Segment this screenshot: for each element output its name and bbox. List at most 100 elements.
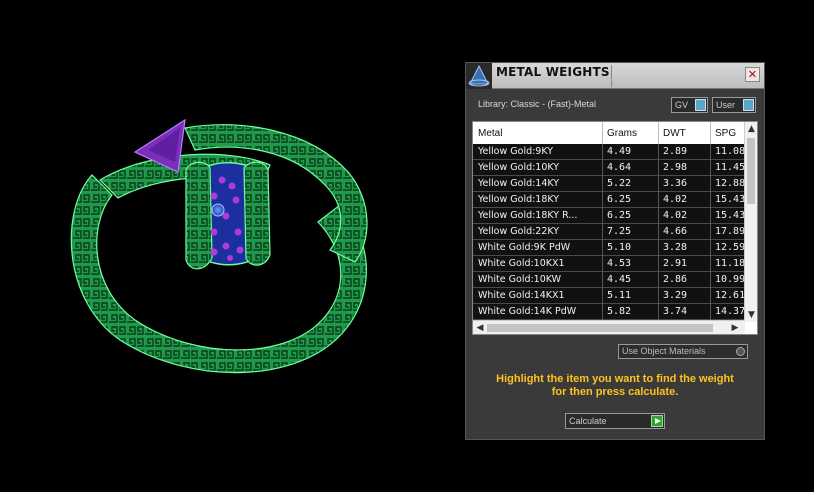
cell-spg: 11.08	[715, 146, 746, 157]
panel-titlebar[interactable]: METAL WEIGHTS ✕	[466, 63, 764, 89]
cell-dwt: 2.86	[663, 274, 688, 285]
cell-metal: White Gold:9K PdW	[478, 242, 571, 253]
table-row[interactable]: Yellow Gold:9KY 4.49 2.89 11.08	[473, 144, 745, 160]
column-divider	[658, 256, 659, 272]
ring-model	[70, 118, 368, 374]
column-divider	[602, 224, 603, 240]
chevron-down-icon[interactable]: ▼	[745, 309, 757, 321]
column-header-metal[interactable]: Metal	[478, 128, 502, 139]
table-row[interactable]: White Gold:14KX1 5.11 3.29 12.61	[473, 288, 745, 304]
column-divider	[602, 240, 603, 256]
user-toggle[interactable]: User	[712, 97, 756, 113]
cell-spg: 17.89	[715, 226, 746, 237]
column-header-grams[interactable]: Grams	[607, 128, 637, 139]
table-rows: Yellow Gold:9KY 4.49 2.89 11.08 Yellow Gold:…	[473, 144, 745, 320]
table-row[interactable]: Yellow Gold:18KY R... 6.25 4.02 15.43	[473, 208, 745, 224]
use-object-materials-label: Use Object Materials	[622, 346, 706, 356]
column-divider	[710, 176, 711, 192]
column-divider	[602, 176, 603, 192]
column-divider	[710, 160, 711, 176]
column-divider	[710, 256, 711, 272]
chevron-up-icon[interactable]: ▲	[745, 123, 757, 135]
cell-grams: 7.25	[607, 226, 632, 237]
column-divider	[658, 224, 659, 240]
cell-grams: 5.82	[607, 306, 632, 317]
horizontal-scrollbar[interactable]: ◀ ▶	[473, 320, 745, 334]
table-row[interactable]: White Gold:10KW 4.45 2.86 10.99	[473, 272, 745, 288]
column-divider	[658, 192, 659, 208]
instruction-line-1: Highlight the item you want to find the …	[496, 373, 734, 385]
column-header-spg[interactable]: SPG	[715, 128, 736, 139]
cell-metal: Yellow Gold:18KY R...	[478, 210, 578, 221]
metal-weights-panel: METAL WEIGHTS ✕ Library: Classic - (Fast…	[465, 62, 765, 440]
cell-dwt: 2.91	[663, 258, 688, 269]
calculate-button[interactable]: Calculate	[565, 413, 665, 429]
cell-metal: White Gold:14KX1	[478, 290, 565, 301]
column-divider	[602, 272, 603, 288]
title-divider	[611, 65, 612, 87]
horizontal-scroll-thumb[interactable]	[487, 324, 713, 332]
chevron-left-icon[interactable]: ◀	[474, 322, 486, 334]
close-button[interactable]: ✕	[745, 67, 760, 82]
column-divider	[658, 160, 659, 176]
table-row[interactable]: Yellow Gold:22KY 7.25 4.66 17.89	[473, 224, 745, 240]
cell-metal: White Gold:10KW	[478, 274, 562, 285]
column-divider	[602, 208, 603, 224]
column-divider	[658, 144, 659, 160]
column-divider	[710, 288, 711, 304]
instruction-line-2: for then press calculate.	[551, 386, 679, 398]
table-row[interactable]: White Gold:10KX1 4.53 2.91 11.18	[473, 256, 745, 272]
column-divider	[602, 192, 603, 208]
cell-dwt: 4.02	[663, 210, 688, 221]
3d-viewport[interactable]	[0, 0, 460, 488]
panel-title: METAL WEIGHTS	[496, 65, 610, 79]
gv-toggle-label: GV	[675, 100, 689, 110]
column-divider	[710, 272, 711, 288]
cell-dwt: 3.29	[663, 290, 688, 301]
metal-weights-table[interactable]: Metal Grams DWT SPG Yellow Gold:9KY 4.49 2…	[472, 121, 758, 335]
column-divider	[658, 240, 659, 256]
cell-grams: 5.11	[607, 290, 632, 301]
column-divider	[602, 256, 603, 272]
pyramid-logo-icon	[466, 63, 492, 89]
cell-dwt: 4.02	[663, 194, 688, 205]
toggle-knob-icon	[743, 99, 754, 111]
column-divider	[602, 304, 603, 320]
gv-toggle[interactable]: GV	[671, 97, 708, 113]
column-divider	[710, 144, 711, 160]
cell-dwt: 3.28	[663, 242, 688, 253]
library-label: Library: Classic - (Fast)-Metal	[478, 99, 597, 109]
table-row[interactable]: Yellow Gold:18KY 6.25 4.02 15.43	[473, 192, 745, 208]
vertical-scrollbar[interactable]: ▲ ▼	[744, 122, 757, 322]
cell-metal: Yellow Gold:22KY	[478, 226, 560, 237]
column-divider	[602, 160, 603, 176]
calculate-label: Calculate	[569, 416, 607, 426]
table-row[interactable]: Yellow Gold:10KY 4.64 2.98 11.45	[473, 160, 745, 176]
table-header: Metal Grams DWT SPG	[473, 122, 745, 144]
cell-grams: 5.10	[607, 242, 632, 253]
column-divider	[710, 304, 711, 320]
cell-metal: White Gold:14K PdW	[478, 306, 577, 317]
column-divider	[710, 240, 711, 256]
column-divider	[658, 272, 659, 288]
cell-dwt: 3.36	[663, 178, 688, 189]
cell-grams: 5.22	[607, 178, 632, 189]
cell-spg: 14.37	[715, 306, 746, 317]
play-icon	[651, 415, 663, 427]
chevron-right-icon[interactable]: ▶	[729, 322, 741, 334]
column-divider	[658, 208, 659, 224]
instruction-text: Highlight the item you want to find the …	[476, 373, 754, 399]
table-row[interactable]: Yellow Gold:14KY 5.22 3.36 12.88	[473, 176, 745, 192]
table-row[interactable]: White Gold:14K PdW 5.82 3.74 14.37	[473, 304, 745, 320]
use-object-materials-option[interactable]: Use Object Materials	[618, 344, 748, 359]
vertical-scroll-thumb[interactable]	[747, 138, 755, 204]
column-header-dwt[interactable]: DWT	[663, 128, 686, 139]
column-divider	[658, 288, 659, 304]
table-row[interactable]: White Gold:9K PdW 5.10 3.28 12.59	[473, 240, 745, 256]
cell-spg: 11.45	[715, 162, 746, 173]
cell-spg: 15.43	[715, 210, 746, 221]
toggle-knob-icon	[695, 99, 706, 111]
radio-icon	[736, 347, 745, 356]
cell-spg: 12.88	[715, 178, 746, 189]
column-divider	[710, 192, 711, 208]
